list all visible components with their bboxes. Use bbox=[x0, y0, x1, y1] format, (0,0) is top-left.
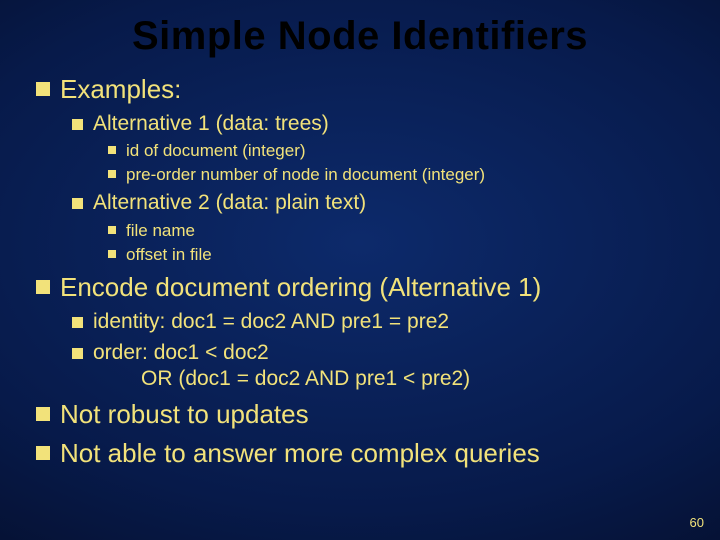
square-bullet-icon bbox=[108, 226, 116, 234]
text-complex: Not able to answer more complex queries bbox=[60, 437, 540, 470]
item-alt2-a: file name bbox=[108, 220, 692, 241]
text-alt1: Alternative 1 (data: trees) bbox=[93, 111, 329, 137]
item-robust: Not robust to updates bbox=[36, 398, 692, 431]
slide-number: 60 bbox=[690, 515, 704, 530]
slide: Simple Node Identifiers Examples: Altern… bbox=[0, 0, 720, 540]
text-encode: Encode document ordering (Alternative 1) bbox=[60, 271, 541, 304]
text-enc-b-line2: OR (doc1 = doc2 AND pre1 < pre2) bbox=[93, 367, 470, 390]
square-bullet-icon bbox=[108, 250, 116, 258]
square-bullet-icon bbox=[72, 119, 83, 130]
square-bullet-icon bbox=[108, 146, 116, 154]
item-alt2: Alternative 2 (data: plain text) file na… bbox=[72, 190, 692, 265]
square-bullet-icon bbox=[72, 198, 83, 209]
text-examples: Examples: bbox=[60, 73, 181, 106]
text-alt1-b: pre-order number of node in document (in… bbox=[126, 164, 485, 185]
item-enc-b: order: doc1 < doc2 OR (doc1 = doc2 AND p… bbox=[72, 340, 692, 393]
square-bullet-icon bbox=[72, 348, 83, 359]
text-enc-b: order: doc1 < doc2 OR (doc1 = doc2 AND p… bbox=[93, 340, 470, 393]
item-alt1-b: pre-order number of node in document (in… bbox=[108, 164, 692, 185]
item-complex: Not able to answer more complex queries bbox=[36, 437, 692, 470]
text-enc-a: identity: doc1 = doc2 AND pre1 = pre2 bbox=[93, 309, 449, 335]
text-enc-b-line1: order: doc1 < doc2 bbox=[93, 341, 269, 364]
bullet-list: Examples: Alternative 1 (data: trees) id… bbox=[28, 73, 692, 469]
item-alt1: Alternative 1 (data: trees) id of docume… bbox=[72, 111, 692, 186]
text-robust: Not robust to updates bbox=[60, 398, 309, 431]
text-alt2-b: offset in file bbox=[126, 244, 212, 265]
slide-title: Simple Node Identifiers bbox=[28, 14, 692, 59]
square-bullet-icon bbox=[36, 407, 50, 421]
text-alt2: Alternative 2 (data: plain text) bbox=[93, 190, 366, 216]
square-bullet-icon bbox=[36, 446, 50, 460]
text-alt1-a: id of document (integer) bbox=[126, 140, 306, 161]
square-bullet-icon bbox=[36, 280, 50, 294]
text-alt2-a: file name bbox=[126, 220, 195, 241]
item-enc-a: identity: doc1 = doc2 AND pre1 = pre2 bbox=[72, 309, 692, 335]
square-bullet-icon bbox=[36, 82, 50, 96]
item-examples: Examples: Alternative 1 (data: trees) id… bbox=[36, 73, 692, 265]
square-bullet-icon bbox=[72, 317, 83, 328]
item-alt2-b: offset in file bbox=[108, 244, 692, 265]
item-alt1-a: id of document (integer) bbox=[108, 140, 692, 161]
square-bullet-icon bbox=[108, 170, 116, 178]
item-encode: Encode document ordering (Alternative 1)… bbox=[36, 271, 692, 392]
